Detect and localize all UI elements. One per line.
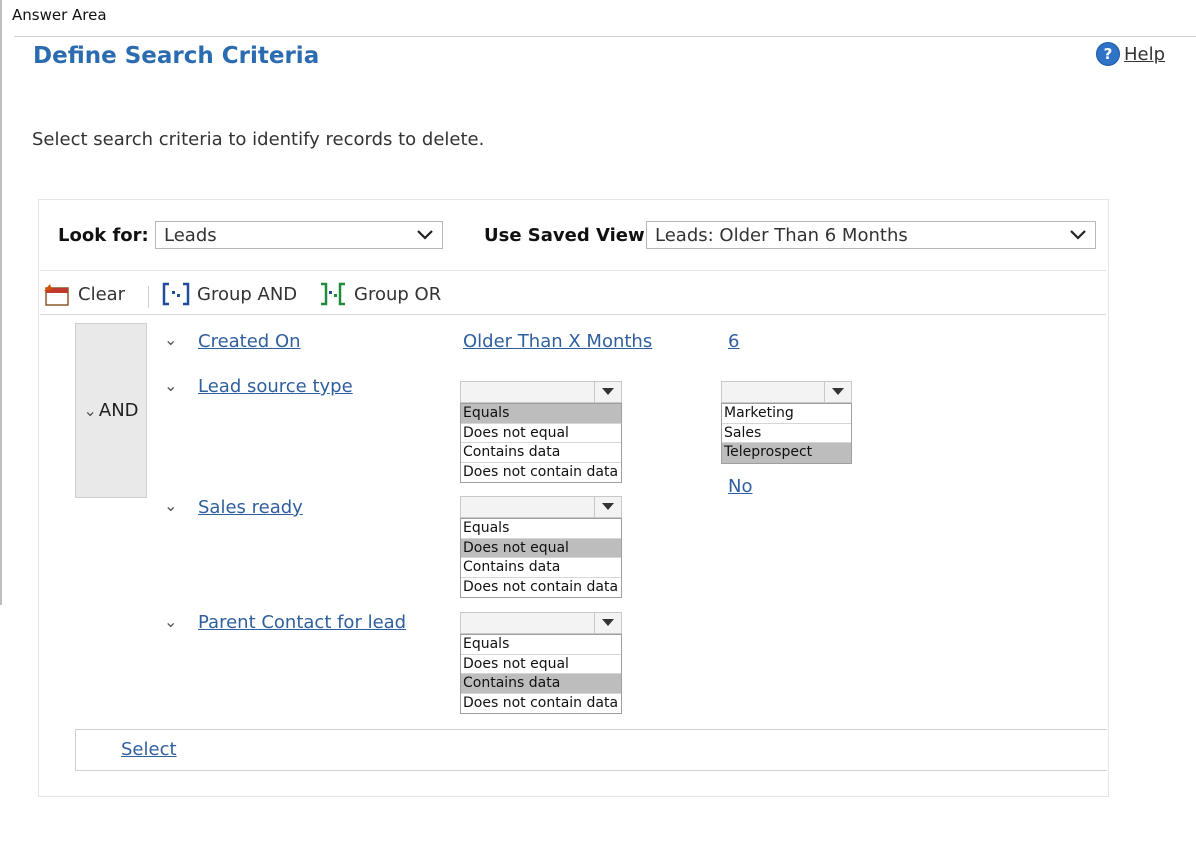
clear-button[interactable]: Clear — [42, 281, 125, 307]
look-for-value: Leads — [164, 224, 217, 246]
chevron-down-icon[interactable]: ⌄ — [164, 330, 177, 349]
triangle-down-icon — [602, 503, 614, 510]
toolbar-separator — [148, 286, 149, 308]
saved-view-value: Leads: Older Than 6 Months — [655, 224, 908, 246]
option-does-not-equal[interactable]: Does not equal — [461, 538, 621, 558]
help-icon: ? — [1096, 42, 1120, 66]
chevron-down-icon — [1070, 230, 1086, 240]
help-label: Help — [1124, 43, 1166, 65]
instructions-text: Select search criteria to identify recor… — [32, 129, 485, 150]
option-does-not-contain-data[interactable]: Does not contain data — [461, 463, 621, 483]
left-border — [0, 0, 2, 605]
operator-dropdown-lead-source[interactable]: Equals Does not equal Contains data Does… — [460, 381, 622, 483]
chevron-down-icon[interactable]: ⌄ — [164, 612, 177, 631]
triangle-down-icon — [602, 388, 614, 395]
saved-view-select[interactable]: Leads: Older Than 6 Months — [646, 221, 1096, 249]
page-title: Define Search Criteria — [33, 43, 320, 69]
value-sales-ready[interactable]: No — [728, 476, 752, 497]
group-and-button[interactable]: Group AND — [161, 281, 297, 307]
option-equals[interactable]: Equals — [461, 519, 621, 539]
clear-icon — [44, 284, 69, 306]
value-option-list: Marketing Sales Teleprospect — [721, 403, 852, 464]
option-contains-data[interactable]: Contains data — [461, 674, 621, 694]
select-field-link[interactable]: Select — [121, 739, 177, 760]
saved-view-label: Use Saved View: — [484, 225, 652, 246]
operator-dropdown-parent-contact[interactable]: Equals Does not equal Contains data Does… — [460, 612, 622, 714]
field-lead-source-type[interactable]: Lead source type — [198, 376, 353, 397]
toolbar-bottom-divider — [40, 314, 1106, 315]
group-or-icon — [321, 282, 345, 306]
select-row-border — [75, 729, 76, 771]
group-or-label: Group OR — [354, 283, 442, 305]
dropdown-arrow — [594, 382, 621, 402]
group-and-label: Group AND — [197, 283, 298, 305]
group-operator-label: AND — [98, 400, 139, 421]
operator-select[interactable] — [460, 612, 622, 634]
operator-select[interactable] — [460, 381, 622, 403]
option-does-not-contain-data[interactable]: Does not contain data — [461, 578, 621, 598]
field-created-on[interactable]: Created On — [198, 331, 301, 352]
value-dropdown-lead-source[interactable]: Marketing Sales Teleprospect — [721, 381, 852, 464]
option-does-not-equal[interactable]: Does not equal — [461, 655, 621, 674]
header-divider — [14, 36, 1196, 37]
triangle-down-icon — [832, 388, 844, 395]
operator-option-list: Equals Does not equal Contains data Does… — [460, 634, 622, 714]
option-equals[interactable]: Equals — [461, 404, 621, 424]
operator-dropdown-sales-ready[interactable]: Equals Does not equal Contains data Does… — [460, 496, 622, 598]
dropdown-arrow — [824, 382, 851, 402]
field-parent-contact[interactable]: Parent Contact for lead — [198, 612, 406, 633]
toolbar-top-divider — [40, 270, 1106, 271]
operator-option-list: Equals Does not equal Contains data Does… — [460, 403, 622, 483]
group-and-icon — [162, 282, 190, 306]
option-does-not-equal[interactable]: Does not equal — [461, 424, 621, 443]
operator-older-than[interactable]: Older Than X Months — [463, 331, 652, 352]
field-sales-ready[interactable]: Sales ready — [198, 497, 303, 518]
answer-area-label: Answer Area — [12, 6, 107, 24]
option-does-not-contain-data[interactable]: Does not contain data — [461, 694, 621, 714]
chevron-down-icon — [417, 230, 433, 240]
option-marketing[interactable]: Marketing — [722, 404, 851, 424]
option-teleprospect[interactable]: Teleprospect — [722, 443, 851, 463]
and-group-box[interactable]: ⌄ AND — [75, 323, 147, 498]
select-row-divider — [75, 729, 1107, 730]
option-contains-data[interactable]: Contains data — [461, 443, 621, 463]
option-equals[interactable]: Equals — [461, 635, 621, 655]
select-row-divider — [75, 770, 1107, 771]
chevron-down-icon[interactable]: ⌄ — [164, 496, 177, 515]
chevron-down-icon[interactable]: ⌄ — [164, 376, 177, 395]
value-select[interactable] — [721, 381, 852, 403]
chevron-down-icon: ⌄ — [83, 401, 97, 420]
look-for-select[interactable]: Leads — [155, 221, 443, 249]
dropdown-arrow — [594, 497, 621, 517]
option-contains-data[interactable]: Contains data — [461, 558, 621, 578]
dropdown-arrow — [594, 613, 621, 633]
help-link[interactable]: ? Help — [1096, 42, 1165, 66]
clear-label: Clear — [78, 283, 126, 305]
look-for-label: Look for: — [58, 225, 149, 246]
triangle-down-icon — [602, 619, 614, 626]
operator-select[interactable] — [460, 496, 622, 518]
group-or-button[interactable]: Group OR — [318, 281, 441, 307]
operator-option-list: Equals Does not equal Contains data Does… — [460, 518, 622, 598]
value-months[interactable]: 6 — [728, 331, 739, 352]
option-sales[interactable]: Sales — [722, 424, 851, 443]
